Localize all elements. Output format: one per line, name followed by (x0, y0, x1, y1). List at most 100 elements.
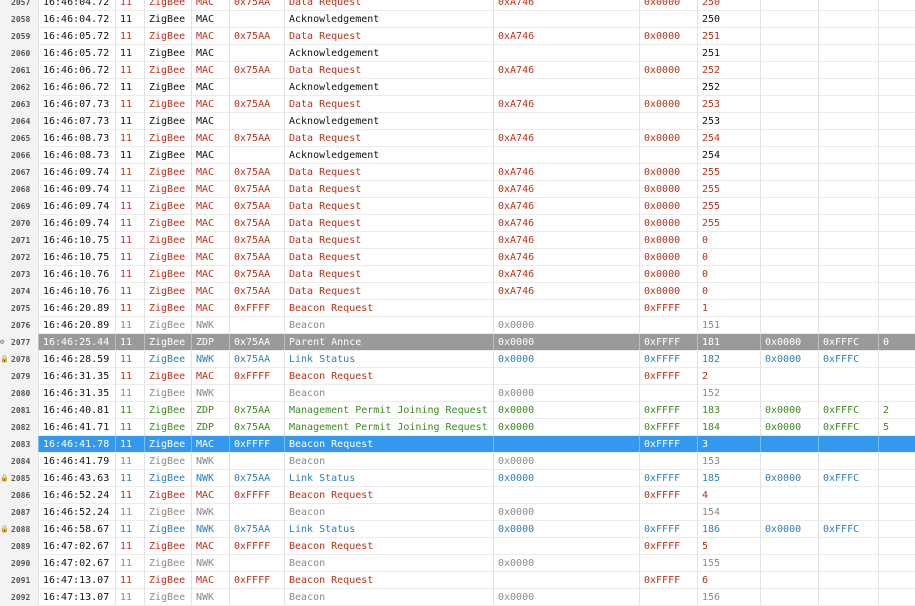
sequence-cell: 251 (697, 28, 760, 45)
mac-destination-cell: 0x0000 (639, 96, 697, 113)
timestamp-cell: 16:46:05.72 (38, 45, 115, 62)
pan-id-cell: 0x0000 (493, 470, 639, 487)
packet-row[interactable]: 2073 16:46:10.76 11 ZigBee MAC 0x75AA Data Req… (0, 266, 915, 283)
mac-source-cell (229, 385, 284, 402)
nwk-destination-cell: 0xFFFC (818, 470, 878, 487)
packet-row[interactable]: 2092 16:47:13.07 11 ZigBee NWK Beacon 0x0000 15… (0, 589, 915, 606)
packet-row[interactable]: 2057 16:46:04.72 11 ZigBee MAC 0x75AA Data Req… (0, 0, 915, 11)
layer-cell: NWK (191, 317, 229, 334)
mac-destination-cell (639, 11, 697, 28)
channel-cell: 11 (115, 589, 144, 606)
packet-row[interactable]: 2080 16:46:31.35 11 ZigBee NWK Beacon 0x0000 15… (0, 385, 915, 402)
channel-cell: 11 (115, 249, 144, 266)
mac-destination-cell: 0xFFFF (639, 351, 697, 368)
channel-cell: 11 (115, 181, 144, 198)
row-index-label: 2077 (11, 338, 31, 347)
timestamp-cell: 16:47:13.07 (38, 589, 115, 606)
layer-cell: MAC (191, 181, 229, 198)
protocol-cell: ZigBee (144, 453, 191, 470)
packet-list[interactable]: 2057 16:46:04.72 11 ZigBee MAC 0x75AA Data Req… (0, 0, 915, 606)
packet-row[interactable]: 2091 16:47:13.07 11 ZigBee MAC 0xFFFF Beacon R… (0, 572, 915, 589)
nwk-source-cell (760, 164, 818, 181)
timestamp-cell: 16:46:06.72 (38, 79, 115, 96)
timestamp-cell: 16:46:09.74 (38, 164, 115, 181)
nwk-source-cell (760, 504, 818, 521)
pan-id-cell: 0xA746 (493, 181, 639, 198)
packet-type-cell: Link Status (284, 470, 493, 487)
packet-row[interactable]: 2084 16:46:41.79 11 ZigBee NWK Beacon 0x0000 15… (0, 453, 915, 470)
row-index: 2066 (0, 147, 38, 164)
radius-cell: 2 (878, 402, 915, 419)
nwk-source-cell (760, 453, 818, 470)
packet-row[interactable]: 2058 16:46:04.72 11 ZigBee MAC Acknowledgemen… (0, 11, 915, 28)
layer-cell: NWK (191, 453, 229, 470)
timestamp-cell: 16:46:08.73 (38, 130, 115, 147)
packet-row[interactable]: 2062 16:46:06.72 11 ZigBee MAC Acknowledgemen… (0, 79, 915, 96)
mac-destination-cell: 0x0000 (639, 164, 697, 181)
mac-destination-cell: 0xFFFF (639, 334, 697, 351)
channel-cell: 11 (115, 351, 144, 368)
packet-row[interactable]: 2087 16:46:52.24 11 ZigBee NWK Beacon 0x0000 15… (0, 504, 915, 521)
packet-row[interactable]: 2072 16:46:10.75 11 ZigBee MAC 0x75AA Data Req… (0, 249, 915, 266)
packet-row[interactable]: 2070 16:46:09.74 11 ZigBee MAC 0x75AA Data Req… (0, 215, 915, 232)
packet-row[interactable]: 2066 16:46:08.73 11 ZigBee MAC Acknowledgemen… (0, 147, 915, 164)
sequence-cell: 152 (697, 385, 760, 402)
row-index-label: 2079 (11, 372, 31, 381)
packet-row[interactable]: 2069 16:46:09.74 11 ZigBee MAC 0x75AA Data Req… (0, 198, 915, 215)
pan-id-cell: 0xA746 (493, 249, 639, 266)
packet-row[interactable]: 2065 16:46:08.73 11 ZigBee MAC 0x75AA Data Req… (0, 130, 915, 147)
packet-row[interactable]: 2081 16:46:40.81 11 ZigBee ZDP 0x75AA Manageme… (0, 402, 915, 419)
pan-id-cell: 0xA746 (493, 62, 639, 79)
packet-row[interactable]: 2076 16:46:20.89 11 ZigBee NWK Beacon 0x0000 15… (0, 317, 915, 334)
packet-row[interactable]: 2086 16:46:52.24 11 ZigBee MAC 0xFFFF Beacon R… (0, 487, 915, 504)
timestamp-cell: 16:46:41.79 (38, 453, 115, 470)
pan-id-cell (493, 300, 639, 317)
layer-cell: MAC (191, 113, 229, 130)
sequence-cell: 5 (697, 538, 760, 555)
row-index-label: 2063 (11, 100, 31, 109)
row-index-label: 2060 (11, 49, 31, 58)
radius-cell (878, 232, 915, 249)
packet-row[interactable]: 2071 16:46:10.75 11 ZigBee MAC 0x75AA Data Req… (0, 232, 915, 249)
packet-row[interactable]: 2088 🔒 16:46:58.67 11 ZigBee NWK 0x75AA Link St… (0, 521, 915, 538)
radius-cell (878, 317, 915, 334)
packet-row[interactable]: 2063 16:46:07.73 11 ZigBee MAC 0x75AA Data Req… (0, 96, 915, 113)
packet-row[interactable]: 2078 🔒 16:46:28.59 11 ZigBee NWK 0x75AA Link St… (0, 351, 915, 368)
mac-source-cell (229, 147, 284, 164)
packet-row[interactable]: 2059 16:46:05.72 11 ZigBee MAC 0x75AA Data Req… (0, 28, 915, 45)
packet-row[interactable]: 2064 16:46:07.73 11 ZigBee MAC Acknowledgemen… (0, 113, 915, 130)
timestamp-cell: 16:46:52.24 (38, 487, 115, 504)
pan-id-cell (493, 368, 639, 385)
packet-row[interactable]: 2074 16:46:10.76 11 ZigBee MAC 0x75AA Data Req… (0, 283, 915, 300)
packet-row[interactable]: 2061 16:46:06.72 11 ZigBee MAC 0x75AA Data Req… (0, 62, 915, 79)
row-index: 2071 (0, 232, 38, 249)
row-index-label: 2081 (11, 406, 31, 415)
sequence-cell: 184 (697, 419, 760, 436)
packet-row[interactable]: 2077 ⊘ 16:46:25.44 11 ZigBee ZDP 0x75AA Parent … (0, 334, 915, 351)
packet-row[interactable]: 2090 16:47:02.67 11 ZigBee NWK Beacon 0x0000 15… (0, 555, 915, 572)
packet-type-cell: Beacon Request (284, 487, 493, 504)
packet-type-cell: Acknowledgement (284, 11, 493, 28)
packet-row[interactable]: 2067 16:46:09.74 11 ZigBee MAC 0x75AA Data Req… (0, 164, 915, 181)
layer-cell: MAC (191, 232, 229, 249)
packet-row[interactable]: 2082 16:46:41.71 11 ZigBee ZDP 0x75AA Manageme… (0, 419, 915, 436)
sequence-cell: 3 (697, 436, 760, 453)
radius-cell (878, 249, 915, 266)
row-index: 2057 (0, 0, 38, 11)
pan-id-cell: 0x0000 (493, 504, 639, 521)
packet-row[interactable]: 2085 🔒 16:46:43.63 11 ZigBee NWK 0x75AA Link St… (0, 470, 915, 487)
timestamp-cell: 16:46:06.72 (38, 62, 115, 79)
packet-row[interactable]: 2083 16:46:41.78 11 ZigBee MAC 0xFFFF Beacon R… (0, 436, 915, 453)
packet-row[interactable]: 2060 16:46:05.72 11 ZigBee MAC Acknowledgemen… (0, 45, 915, 62)
packet-type-cell: Data Request (284, 130, 493, 147)
radius-cell (878, 555, 915, 572)
packet-row[interactable]: 2079 16:46:31.35 11 ZigBee MAC 0xFFFF Beacon R… (0, 368, 915, 385)
packet-row[interactable]: 2089 16:47:02.67 11 ZigBee MAC 0xFFFF Beacon R… (0, 538, 915, 555)
packet-row[interactable]: 2068 16:46:09.74 11 ZigBee MAC 0x75AA Data Req… (0, 181, 915, 198)
packet-row[interactable]: 2075 16:46:20.89 11 ZigBee MAC 0xFFFF Beacon R… (0, 300, 915, 317)
nwk-destination-cell (818, 504, 878, 521)
mac-source-cell: 0x75AA (229, 164, 284, 181)
channel-cell: 11 (115, 453, 144, 470)
radius-cell (878, 79, 915, 96)
channel-cell: 11 (115, 334, 144, 351)
